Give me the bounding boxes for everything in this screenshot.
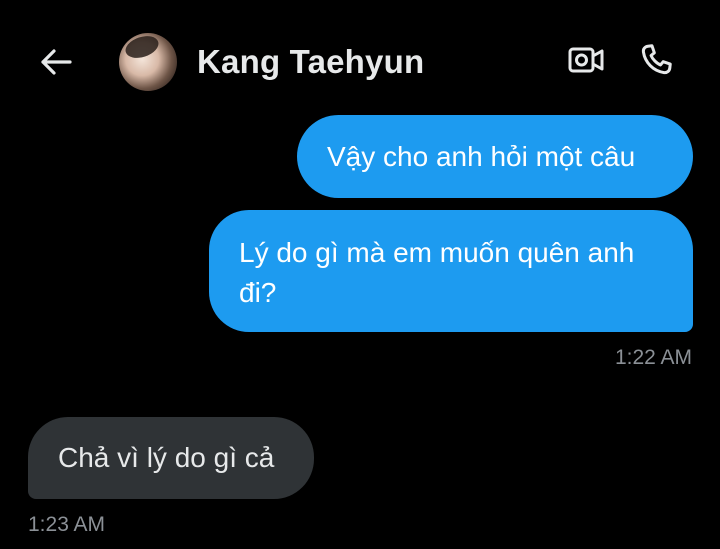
chat-header: Kang Taehyun [0, 0, 720, 120]
video-call-button[interactable] [566, 42, 606, 78]
message-timestamp: 1:23 AM [28, 513, 106, 536]
contact-name[interactable]: Kang Taehyun [197, 43, 424, 81]
message-text: Vậy cho anh hỏi một câu [327, 140, 636, 172]
back-button[interactable] [36, 44, 76, 80]
message-text-line: Lý do gì mà em muốn quên anh [239, 237, 635, 268]
message-text-line: đi? [239, 277, 277, 308]
message-timestamp: 1:22 AM [614, 346, 692, 369]
message-bubble-outgoing[interactable]: Vậy cho anh hỏi một câu [297, 115, 693, 198]
back-arrow-icon [41, 49, 72, 75]
avatar[interactable] [119, 33, 177, 91]
message-bubble-incoming[interactable]: Chả vì lý do gì cả [28, 417, 314, 499]
message-text: Chả vì lý do gì cả [58, 442, 275, 473]
voice-call-button[interactable] [636, 40, 676, 80]
chat-screen: Kang Taehyun Vậy cho anh hỏi một câu Lý … [0, 0, 720, 549]
video-camera-icon [568, 47, 604, 73]
message-bubble-outgoing[interactable]: Lý do gì mà em muốn quên anh đi? [209, 210, 693, 332]
phone-icon [641, 44, 672, 75]
